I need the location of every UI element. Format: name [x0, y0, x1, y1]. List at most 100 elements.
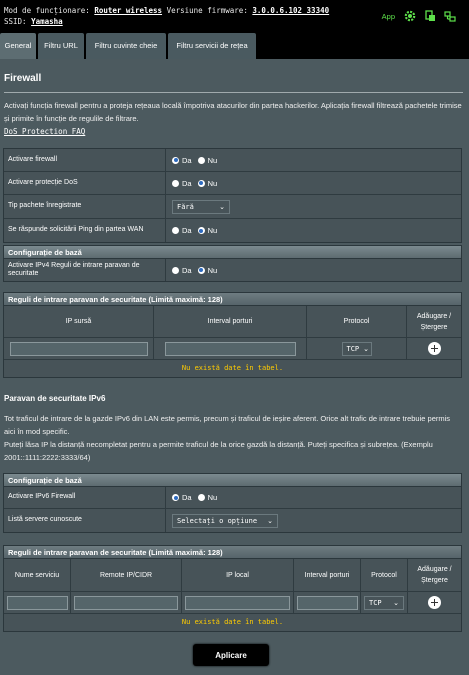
ipv4-empty-message: Nu există date în tabel. [4, 360, 461, 377]
ipv6-protocol-select[interactable]: TCP ⌄ [364, 595, 404, 610]
ssid-label: SSID: [4, 17, 27, 26]
source-ip-input[interactable] [9, 341, 148, 356]
ipv4-basic-table: Configurație de bază Activare IPv4 Regul… [3, 245, 462, 282]
mode-link[interactable]: Router wireless [94, 6, 162, 15]
firmware-link[interactable]: 3.0.0.6.102_33340 [252, 6, 329, 15]
ipv4-yes-label: Da [182, 265, 192, 275]
settings-row-firewall: Activare firewall Da Nu [4, 149, 461, 172]
add-rule-icon[interactable] [427, 342, 441, 355]
ipv6-protocol-value: TCP [369, 598, 382, 607]
settings-row-dos: Activare protecție DoS Da Nu [4, 172, 461, 195]
chevron-down-icon: ⌄ [393, 598, 399, 607]
ipv4-no-label: Nu [207, 265, 218, 275]
ipv4-rules-columns: IP sursă Interval porturi Protocol Adăug… [4, 306, 461, 338]
col-service-name: Nume serviciu [4, 559, 71, 591]
chevron-down-icon: ⌄ [219, 202, 225, 211]
top-status-bar: Mod de funcționare: Router wireless Vers… [0, 0, 469, 31]
title-divider [4, 92, 463, 93]
ipv4-yes-radio[interactable] [172, 266, 179, 274]
ipv6-empty-message: Nu există date în tabel. [4, 614, 461, 631]
ipv4-rule-input-row: TCP ⌄ [4, 338, 461, 360]
known-servers-label: Listă servere cunoscute [4, 509, 166, 532]
col-remote-ip: Remote IP/CIDR [71, 559, 182, 591]
ipv6-title: Paravan de securitate IPv6 [4, 394, 106, 403]
ping-no-label: Nu [207, 226, 218, 235]
ipv4-basic-header: Configurație de bază [4, 246, 461, 259]
apply-button[interactable]: Aplicare [193, 644, 269, 666]
ipv4-rules-header: Reguli de intrare paravan de securitate … [4, 293, 461, 306]
ipv4-protocol-select[interactable]: TCP ⌄ [341, 341, 372, 356]
known-servers-select[interactable]: Selectați o opțiune ⌄ [172, 513, 278, 528]
ping-yes-radio[interactable] [172, 227, 179, 234]
col-port-range: Interval porturi [294, 559, 361, 591]
ping-label: Se răspunde solicitării Ping din partea … [4, 219, 166, 242]
packet-log-value: Fără [177, 202, 194, 211]
main-content: Firewall Activați funcția firewall pentr… [0, 59, 469, 675]
gear-icon[interactable] [403, 9, 417, 23]
local-ip-input[interactable] [185, 595, 290, 610]
ipv6-description-1: Tot traficul de intrare de la gazde IPv6… [4, 414, 451, 436]
chevron-down-icon: ⌄ [363, 344, 370, 353]
page-title: Firewall [4, 73, 42, 84]
settings-row-ping: Se răspunde solicitării Ping din partea … [4, 219, 461, 242]
ipv6-rules-header: Reguli de intrare paravan de securitate … [4, 546, 461, 559]
ipv6-enable-label: Activare IPv6 Firewall [4, 487, 166, 508]
col-protocol: Protocol [307, 306, 407, 337]
firewall-yes-radio[interactable] [172, 156, 179, 164]
ipv4-protocol-value: TCP [346, 344, 360, 353]
ipv4-enable-label: Activare IPv4 Reguli de intrare paravan … [4, 259, 166, 281]
dos-yes-label: Da [182, 178, 192, 188]
service-name-input[interactable] [6, 595, 68, 610]
firewall-yes-label: Da [182, 155, 192, 165]
ipv6-rules-table: Reguli de intrare paravan de securitate … [3, 545, 462, 632]
add-rule-icon[interactable] [428, 596, 441, 609]
firmware-label: Versiune firmware: [166, 6, 248, 15]
known-servers-row: Listă servere cunoscute Selectați o opți… [4, 509, 461, 532]
packet-log-select[interactable]: Fără ⌄ [172, 199, 230, 214]
ipv6-rules-columns: Nume serviciu Remote IP/CIDR IP local In… [4, 559, 461, 592]
col-port-range: Interval porturi [154, 306, 307, 337]
tab-keyword-filter[interactable]: Filtru cuvinte cheie [86, 33, 166, 59]
col-add-delete: Adăugare / Ștergere [417, 566, 452, 584]
ipv6-yes-label: Da [182, 493, 192, 502]
col-add-delete: Adăugare / Ștergere [416, 312, 452, 331]
ipv6-no-radio[interactable] [197, 494, 205, 501]
ipv6-port-range-input[interactable] [296, 595, 358, 610]
firewall-no-label: Nu [207, 155, 218, 165]
ipv6-no-label: Nu [207, 493, 218, 502]
tab-general[interactable]: General [0, 33, 36, 59]
dos-faq-link[interactable]: DoS Protection FAQ [4, 127, 85, 136]
general-settings-table: Activare firewall Da Nu Activare protecț… [3, 148, 462, 243]
ipv6-enable-row: Activare IPv6 Firewall Da Nu [4, 487, 461, 509]
tab-url-filter[interactable]: Filtru URL [38, 33, 84, 59]
remote-ip-input[interactable] [74, 595, 178, 610]
tab-network-services-filter[interactable]: Filtru servicii de rețea [168, 33, 256, 59]
network-icon[interactable] [443, 9, 457, 23]
ipv4-enable-row: Activare IPv4 Reguli de intrare paravan … [4, 259, 461, 281]
port-range-input[interactable] [164, 341, 296, 356]
ipv6-basic-header: Configurație de bază [4, 474, 461, 487]
col-protocol: Protocol [361, 559, 408, 591]
col-source-ip: IP sursă [4, 306, 154, 337]
ping-no-radio[interactable] [197, 227, 205, 234]
dos-yes-radio[interactable] [172, 179, 179, 187]
settings-row-packet-log: Tip pachete înregistrate Fără ⌄ [4, 195, 461, 219]
dos-no-radio[interactable] [197, 179, 205, 187]
ipv6-basic-table: Configurație de bază Activare IPv6 Firew… [3, 473, 462, 533]
ipv4-no-radio[interactable] [197, 266, 205, 274]
ipv4-rules-table: Reguli de intrare paravan de securitate … [3, 292, 462, 378]
page-description: Activați funcția firewall pentru a prote… [4, 101, 462, 123]
app-label[interactable]: App [382, 12, 395, 21]
tab-bar: General Filtru URL Filtru cuvinte cheie … [0, 31, 469, 59]
dos-no-label: Nu [207, 178, 218, 188]
known-servers-value: Selectați o opțiune [177, 516, 258, 525]
status-icons: App [382, 9, 457, 23]
dos-label: Activare protecție DoS [4, 172, 166, 194]
ssid-value[interactable]: Yamasha [31, 17, 63, 26]
col-local-ip: IP local [182, 559, 294, 591]
firewall-no-radio[interactable] [197, 156, 205, 164]
packet-log-label: Tip pachete înregistrate [4, 195, 166, 218]
chevron-down-icon: ⌄ [267, 516, 273, 525]
usb-icon[interactable] [423, 9, 437, 23]
ipv6-yes-radio[interactable] [172, 494, 179, 501]
